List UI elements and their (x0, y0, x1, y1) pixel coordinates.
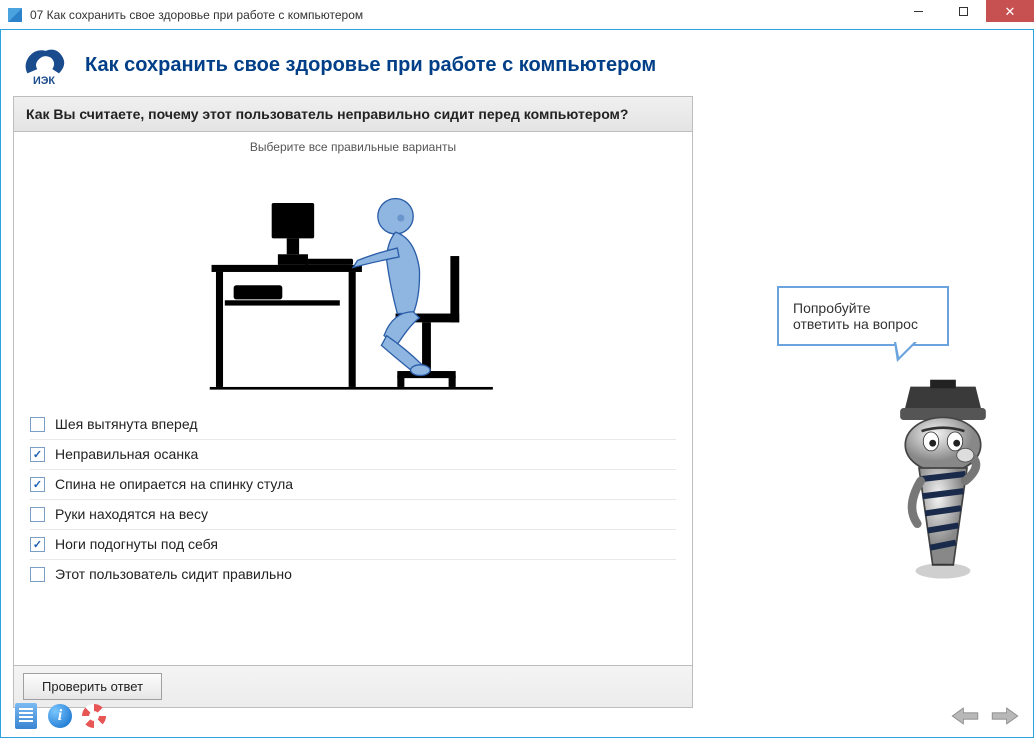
option-row[interactable]: Ноги подогнуты под себя (30, 529, 676, 559)
instruction-text: Выберите все правильные варианты (14, 132, 692, 162)
option-row[interactable]: Неправильная осанка (30, 439, 676, 469)
option-label: Шея вытянута вперед (55, 416, 197, 432)
option-label: Руки находятся на весу (55, 506, 208, 522)
info-icon[interactable]: i (47, 703, 73, 729)
option-checkbox[interactable] (30, 477, 45, 492)
minimize-button[interactable] (896, 0, 941, 22)
button-row: Проверить ответ (14, 665, 692, 707)
bottom-toolbar: i (13, 703, 1021, 729)
question-text: Как Вы считаете, почему этот пользовател… (14, 97, 692, 132)
option-checkbox[interactable] (30, 537, 45, 552)
option-label: Спина не опирается на спинку стула (55, 476, 293, 492)
posture-illustration (14, 162, 692, 402)
option-label: Ноги подогнуты под себя (55, 536, 218, 552)
options-list: Шея вытянута вперед Неправильная осанка … (14, 402, 692, 665)
option-label: Этот пользователь сидит правильно (55, 566, 292, 582)
main-area: Как Вы считаете, почему этот пользовател… (13, 96, 1021, 708)
speech-line1: Попробуйте (793, 300, 933, 316)
speech-bubble: Попробуйте ответить на вопрос (777, 286, 949, 346)
side-panel: Попробуйте ответить на вопрос (701, 96, 1021, 708)
option-checkbox[interactable] (30, 447, 45, 462)
logo-icon: ИЭК (19, 44, 69, 86)
option-row[interactable]: Шея вытянута вперед (30, 410, 676, 439)
speech-line2: ответить на вопрос (793, 316, 933, 332)
option-checkbox[interactable] (30, 507, 45, 522)
mascot-icon (883, 378, 1003, 589)
page-title: Как сохранить свое здоровье при работе с… (85, 54, 656, 77)
next-button[interactable] (989, 704, 1021, 728)
close-button[interactable]: ✕ (986, 0, 1034, 22)
maximize-button[interactable] (941, 0, 986, 22)
prev-button[interactable] (949, 704, 981, 728)
check-answer-button[interactable]: Проверить ответ (23, 673, 162, 700)
window-controls: ✕ (896, 0, 1034, 30)
quiz-panel: Как Вы считаете, почему этот пользовател… (13, 96, 693, 708)
window-title: 07 Как сохранить свое здоровье при работ… (30, 8, 363, 22)
svg-text:ИЭК: ИЭК (33, 75, 55, 86)
option-checkbox[interactable] (30, 567, 45, 582)
content-frame: ИЭК Как сохранить свое здоровье при рабо… (0, 30, 1034, 738)
document-icon[interactable] (13, 703, 39, 729)
option-row[interactable]: Этот пользователь сидит правильно (30, 559, 676, 589)
option-row[interactable]: Спина не опирается на спинку стула (30, 469, 676, 499)
app-icon (8, 8, 22, 22)
option-checkbox[interactable] (30, 417, 45, 432)
option-label: Неправильная осанка (55, 446, 198, 462)
header: ИЭК Как сохранить свое здоровье при рабо… (13, 40, 1021, 96)
option-row[interactable]: Руки находятся на весу (30, 499, 676, 529)
window-titlebar: 07 Как сохранить свое здоровье при работ… (0, 0, 1034, 30)
help-icon[interactable] (81, 703, 107, 729)
